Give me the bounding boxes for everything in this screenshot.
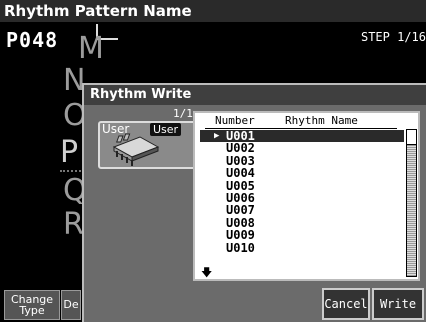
- scrollbar-thumb[interactable]: [407, 130, 416, 145]
- write-button-label: Write: [379, 297, 417, 311]
- delete-button[interactable]: De: [61, 290, 81, 320]
- memory-chip-icon: [112, 133, 160, 166]
- rhythm-number: U007: [226, 203, 255, 218]
- list-rows: ▶ U001 U002 U003 U004 U005 U006 U007 U00…: [200, 130, 404, 254]
- cancel-button[interactable]: Cancel: [322, 288, 370, 320]
- list-item[interactable]: U004: [200, 166, 404, 181]
- bg-letter-r[interactable]: R: [63, 210, 84, 240]
- column-header-number: Number: [215, 114, 255, 127]
- bg-letter-p[interactable]: P: [60, 138, 78, 168]
- list-scrollbar[interactable]: [406, 129, 417, 277]
- list-item[interactable]: U009: [200, 228, 404, 243]
- change-type-button[interactable]: Change Type: [4, 290, 60, 320]
- pattern-number: P048: [6, 28, 59, 52]
- step-indicator: STEP 1/16: [360, 30, 426, 44]
- letter-cursor-underline: [60, 170, 84, 172]
- rhythm-number: U002: [226, 141, 255, 156]
- change-type-label: Change Type: [10, 293, 54, 317]
- column-header-rhythm-name: Rhythm Name: [285, 114, 358, 127]
- rhythm-number: U010: [226, 240, 255, 255]
- cancel-button-label: Cancel: [324, 297, 368, 311]
- arrow-down-icon: 🡇: [201, 266, 213, 279]
- delete-button-label: De: [63, 298, 79, 311]
- triangle-right-icon: ▶: [214, 131, 220, 141]
- list-item[interactable]: U007: [200, 203, 404, 218]
- dialog-title: Rhythm Write: [84, 85, 426, 105]
- list-header: Number Rhythm Name: [195, 113, 418, 129]
- page-indicator: 1/1: [173, 107, 193, 120]
- write-button[interactable]: Write: [372, 288, 424, 320]
- bg-letter-m[interactable]: M: [78, 34, 104, 64]
- list-item[interactable]: U002: [200, 141, 404, 156]
- screen-title: Rhythm Pattern Name: [0, 0, 426, 22]
- rhythm-number: U009: [226, 228, 255, 243]
- rhythm-number: U004: [226, 166, 255, 181]
- list-item[interactable]: U010: [200, 240, 404, 255]
